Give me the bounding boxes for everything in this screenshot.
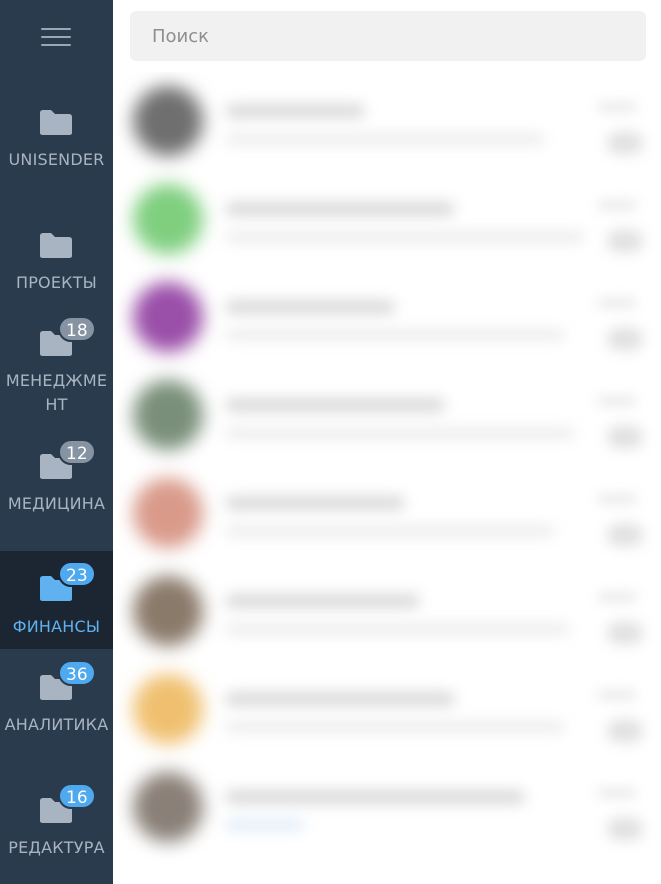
avatar [133, 86, 203, 156]
chat-title-blurred [225, 496, 405, 510]
avatar [133, 576, 203, 646]
folder-icon [38, 231, 74, 259]
chat-preview-blurred [225, 134, 545, 144]
chat-unread-blurred [607, 622, 643, 644]
folder-projects[interactable]: ПРОЕКТЫ [0, 215, 113, 305]
folder-label: ПРОЕКТЫ [15, 273, 98, 292]
chat-time-blurred [597, 200, 637, 210]
avatar [133, 380, 203, 450]
search-bar[interactable] [130, 11, 646, 61]
chat-preview-blurred [225, 820, 305, 830]
folder-label: МЕДИЦИНА [7, 494, 106, 513]
chat-title-blurred [225, 300, 395, 314]
chat-row[interactable] [113, 758, 661, 856]
unread-badge: 18 [58, 316, 96, 342]
chat-unread-blurred [607, 132, 643, 154]
avatar [133, 282, 203, 352]
chat-row[interactable] [113, 464, 661, 562]
chat-preview-blurred [225, 624, 570, 634]
chat-time-blurred [597, 102, 637, 112]
avatar [133, 772, 203, 842]
chat-unread-blurred [607, 328, 643, 350]
folder-label: АНАЛИТИКА [4, 715, 109, 734]
chat-preview-blurred [225, 428, 575, 438]
chat-time-blurred [597, 396, 637, 406]
chat-time-blurred [597, 494, 637, 504]
chat-time-blurred [597, 788, 637, 798]
folder-label: UNISENDER [8, 150, 105, 169]
folder-editing[interactable]: 16 РЕДАКТУРА [0, 779, 113, 884]
chat-time-blurred [597, 298, 637, 308]
unread-badge: 36 [58, 660, 96, 686]
chat-unread-blurred [607, 426, 643, 448]
folder-finance[interactable]: 23 ФИНАНСЫ [0, 551, 113, 649]
chat-unread-blurred [607, 720, 643, 742]
menu-button[interactable] [0, 0, 113, 74]
chat-row[interactable] [113, 366, 661, 464]
unread-badge: 23 [58, 561, 96, 587]
chat-row[interactable] [113, 268, 661, 366]
folder-management[interactable]: 18 МЕНЕДЖМЕНТ [0, 313, 113, 428]
folder-analytics[interactable]: 36 АНАЛИТИКА [0, 656, 113, 771]
folder-medicine[interactable]: 12 МЕДИЦИНА [0, 436, 113, 551]
folder-label: РЕДАКТУРА [8, 838, 105, 857]
chat-title-blurred [225, 790, 525, 804]
chat-preview-blurred [225, 526, 555, 536]
unread-badge: 12 [58, 439, 96, 465]
chat-row[interactable] [113, 170, 661, 268]
chat-unread-blurred [607, 230, 643, 252]
chat-unread-blurred [607, 524, 643, 546]
chat-title-blurred [225, 692, 455, 706]
chat-row[interactable] [113, 562, 661, 660]
chat-list [113, 72, 661, 884]
chat-time-blurred [597, 690, 637, 700]
folder-icon [38, 108, 74, 136]
chat-preview-blurred [225, 232, 585, 242]
chat-title-blurred [225, 104, 365, 118]
avatar [133, 184, 203, 254]
unread-badge: 16 [58, 783, 96, 809]
chat-row[interactable] [113, 660, 661, 758]
chat-title-blurred [225, 594, 420, 608]
chat-title-blurred [225, 398, 445, 412]
avatar [133, 478, 203, 548]
avatar [133, 674, 203, 744]
folder-sidebar: UNISENDER ПРОЕКТЫ 18 МЕНЕДЖМЕНТ 12 МЕДИЦ… [0, 0, 113, 884]
chat-row[interactable] [113, 72, 661, 170]
folder-label: МЕНЕДЖМЕНТ [5, 371, 108, 414]
chat-time-blurred [597, 592, 637, 602]
folder-label: ФИНАНСЫ [12, 617, 101, 636]
search-input[interactable] [152, 11, 646, 61]
folder-unisender[interactable]: UNISENDER [0, 92, 113, 202]
chat-title-blurred [225, 202, 455, 216]
chat-preview-blurred [225, 722, 565, 732]
chat-preview-blurred [225, 330, 565, 340]
chat-unread-blurred [607, 818, 643, 840]
